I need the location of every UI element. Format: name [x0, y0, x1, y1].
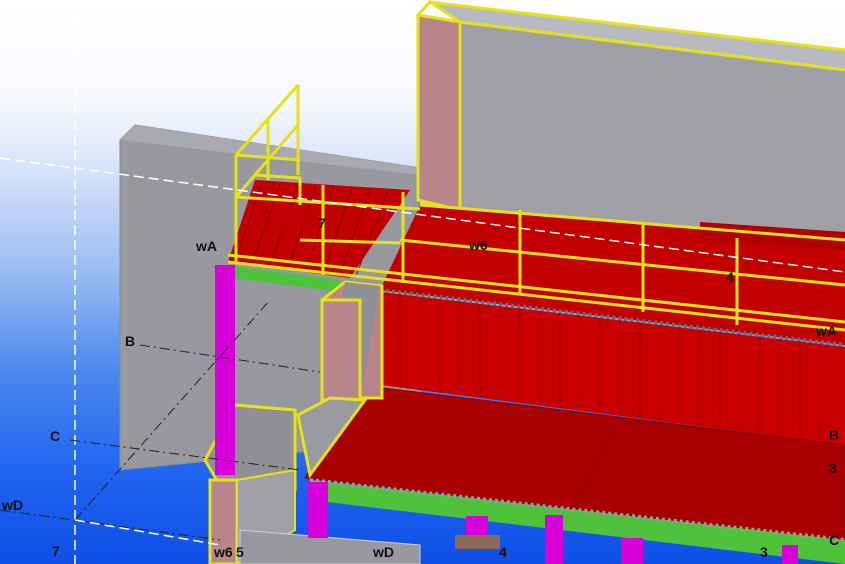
- grid-label-7-upper: 7: [318, 215, 326, 231]
- 3d-model-viewport[interactable]: wA w6 7 4 wA B C wD 7 w6 5 wD 4 3 B 3 C: [0, 0, 845, 564]
- grid-label-B-right: B: [829, 427, 840, 443]
- grid-label-wD-left: wD: [2, 497, 23, 513]
- upper-pink-pillar[interactable]: [416, 0, 462, 212]
- grid-label-wD-lower: wD: [373, 544, 394, 560]
- model-scene[interactable]: [0, 0, 845, 564]
- grid-label-wA-top: wA: [196, 238, 217, 254]
- grid-label-C-left: C: [50, 428, 61, 444]
- grid-label-3-lower: 3: [760, 544, 768, 560]
- grid-label-C-right: C: [829, 532, 840, 548]
- grid-label-w6-upper: w6: [469, 237, 488, 253]
- grid-label-4-upper: 4: [726, 269, 734, 285]
- upper-concrete-wall[interactable]: [427, 0, 845, 240]
- grid-label-wA-right: wA: [816, 323, 837, 339]
- grid-label-3-right: 3: [829, 460, 837, 476]
- grid-label-w6-lower: w6: [214, 544, 233, 560]
- middle-pink-pillar[interactable]: [320, 280, 384, 402]
- grid-label-B-left: B: [125, 333, 136, 349]
- grid-label-4-lower: 4: [499, 544, 507, 560]
- base-plate[interactable]: [455, 535, 500, 549]
- grid-label-5-lower: 5: [236, 544, 244, 560]
- grid-label-7-lower: 7: [52, 543, 60, 559]
